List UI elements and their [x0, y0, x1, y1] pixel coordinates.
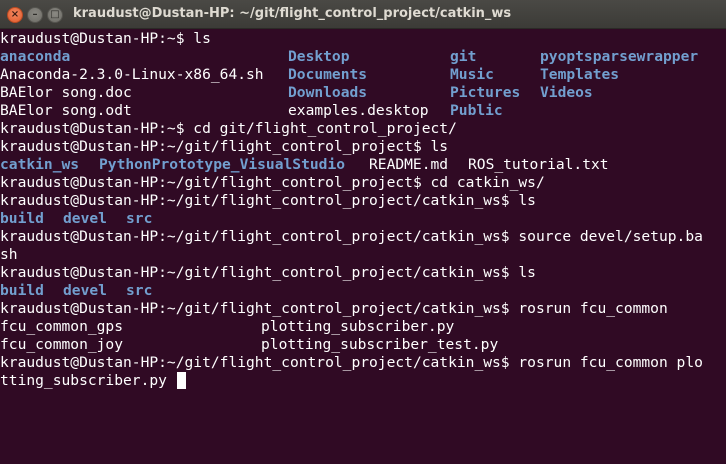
completion-item: plotting_subscriber.py — [261, 318, 455, 335]
ls-item: build — [0, 282, 44, 299]
terminal-line: kraudust@Dustan-HP:~/git/flight_control_… — [0, 300, 668, 317]
prompt-line[interactable]: tting_subscriber.py — [0, 372, 710, 390]
ls-item: Videos — [540, 84, 593, 101]
ls-item: Templates — [540, 66, 620, 83]
ls-item: src — [126, 210, 153, 227]
ls-item: anaconda — [0, 48, 71, 65]
ls-item: BAElor song.doc — [0, 84, 132, 101]
ls-item: README.md — [369, 156, 449, 173]
completion-item: plotting_subscriber_test.py — [261, 336, 499, 353]
ls-item: PythonPrototype_VisualStudio — [99, 156, 346, 173]
ls-output-row: build devel src — [0, 210, 710, 228]
scrollbar[interactable] — [710, 30, 726, 464]
terminal-line: kraudust@Dustan-HP:~$ ls — [0, 30, 211, 47]
text-cursor — [176, 372, 186, 389]
window-title: kraudust@Dustan-HP: ~/git/flight_control… — [73, 6, 512, 21]
ls-item: src — [126, 282, 153, 299]
completion-row: fcu_common_gps plotting_subscriber.py — [0, 318, 710, 336]
ls-item: pyoptsparsewrapper — [540, 48, 699, 65]
ls-item: devel — [63, 282, 107, 299]
minimize-icon[interactable]: – — [27, 7, 43, 23]
ls-item: Music — [450, 66, 494, 83]
ls-item: Anaconda-2.3.0-Linux-x86_64.sh — [0, 66, 264, 83]
ls-item: git — [450, 48, 477, 65]
ls-item: Desktop — [288, 48, 350, 65]
ls-item: BAElor song.odt — [0, 102, 132, 119]
terminal-line: kraudust@Dustan-HP:~/git/flight_control_… — [0, 354, 703, 371]
terminal-line: kraudust@Dustan-HP:~/git/flight_control_… — [0, 174, 545, 191]
command-text: tting_subscriber.py — [0, 372, 176, 389]
terminal-line: kraudust@Dustan-HP:~$ cd git/flight_cont… — [0, 120, 457, 137]
terminal-window: × – □ kraudust@Dustan-HP: ~/git/flight_c… — [0, 0, 726, 464]
ls-item: Downloads — [288, 84, 368, 101]
completion-row: fcu_common_joy plotting_subscriber_test.… — [0, 336, 710, 354]
ls-output-row: build devel src — [0, 282, 710, 300]
titlebar[interactable]: × – □ kraudust@Dustan-HP: ~/git/flight_c… — [0, 0, 726, 29]
ls-item: Documents — [288, 66, 368, 83]
ls-item: Pictures — [450, 84, 521, 101]
close-icon[interactable]: × — [7, 7, 23, 23]
ls-item: build — [0, 210, 44, 227]
ls-output-row: catkin_ws PythonPrototype_VisualStudio R… — [0, 156, 710, 174]
ls-output-row: BAElor song.doc Downloads Pictures Video… — [0, 84, 710, 102]
terminal-line: kraudust@Dustan-HP:~/git/flight_control_… — [0, 228, 703, 245]
terminal-line: kraudust@Dustan-HP:~/git/flight_control_… — [0, 138, 449, 155]
terminal-line: kraudust@Dustan-HP:~/git/flight_control_… — [0, 192, 536, 209]
completion-item: fcu_common_joy — [0, 336, 124, 353]
maximize-icon[interactable]: □ — [47, 7, 63, 23]
ls-output-row: Anaconda-2.3.0-Linux-x86_64.sh Documents… — [0, 66, 710, 84]
ls-output-row: anaconda Desktop git pyoptsparsewrapper — [0, 48, 710, 66]
ls-item: catkin_ws — [0, 156, 80, 173]
terminal-output[interactable]: kraudust@Dustan-HP:~$ ls anaconda Deskto… — [0, 30, 710, 464]
ls-item: examples.desktop — [288, 102, 429, 119]
ls-output-row: BAElor song.odt examples.desktop Public — [0, 102, 710, 120]
ls-item: Public — [450, 102, 503, 119]
completion-item: fcu_common_gps — [0, 318, 124, 335]
ls-item: ROS_tutorial.txt — [468, 156, 609, 173]
terminal-line: sh — [0, 246, 18, 263]
ls-item: devel — [63, 210, 107, 227]
terminal-line: kraudust@Dustan-HP:~/git/flight_control_… — [0, 264, 536, 281]
